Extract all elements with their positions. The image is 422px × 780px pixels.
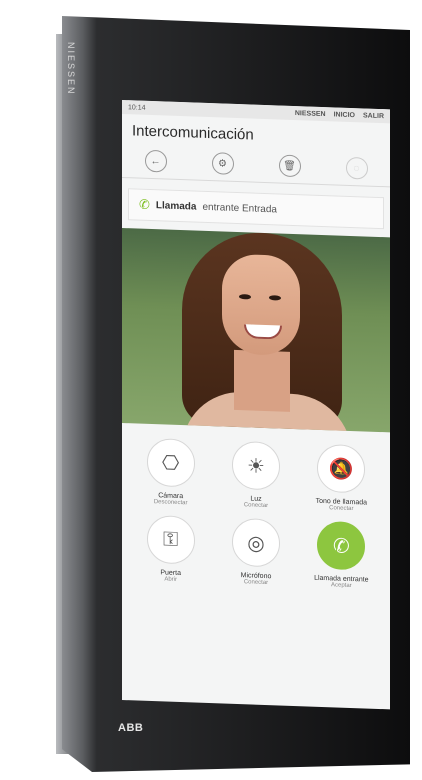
bell-muted-icon[interactable]: 🔕 [317, 443, 366, 494]
settings-icon[interactable]: ⚙ [211, 152, 234, 175]
call-banner-label: Llamada [155, 199, 197, 213]
ringtone-control[interactable]: 🔕 Tono de llamada Conectar [299, 443, 384, 513]
device-brand: NIESSEN [66, 42, 76, 96]
call-banner: ✆ Llamada entrante Entrada [128, 188, 384, 230]
camera-sub: Desconectar [153, 499, 188, 507]
visitor-neck [234, 349, 290, 412]
microphone-control[interactable]: ◎ Micrófono Conectar [213, 517, 298, 587]
status-tab-brand[interactable]: NIESSEN [295, 110, 326, 118]
door-control[interactable]: ⚿ Puerta Abrir [128, 514, 213, 584]
phone-icon: ✆ [139, 196, 150, 212]
status-tab-exit[interactable]: SALIR [363, 112, 384, 120]
light-control[interactable]: ☀ Luz Conectar [213, 440, 298, 510]
accept-call-sub: Aceptar [330, 582, 352, 590]
back-icon[interactable]: ← [144, 149, 167, 173]
touch-screen: 10:14 NIESSEN INICIO SALIR Intercomunica… [122, 100, 390, 710]
camera-icon[interactable]: ⎔ [146, 437, 195, 488]
call-banner-detail: entrante Entrada [202, 201, 277, 215]
video-feed [122, 228, 390, 433]
control-grid: ⎔ Cámara Desconectar ☀ Luz Conectar 🔕 To… [122, 423, 390, 590]
microphone-icon[interactable]: ◎ [231, 517, 280, 568]
camera-control[interactable]: ⎔ Cámara Desconectar [128, 437, 213, 507]
visitor-eye-right [269, 295, 281, 301]
microphone-sub: Conectar [243, 579, 269, 587]
device-logo: ABB [118, 722, 144, 734]
accept-call-icon[interactable]: ✆ [317, 520, 366, 571]
key-icon[interactable]: ⚿ [146, 514, 195, 565]
trash-icon[interactable]: 🗑 [278, 154, 301, 178]
visitor-eye-left [239, 294, 251, 300]
door-sub: Abrir [164, 576, 177, 583]
accept-call-control[interactable]: ✆ Llamada entrante Aceptar [299, 520, 384, 590]
info-icon[interactable]: ◌ [345, 156, 368, 180]
status-tab-home[interactable]: INICIO [334, 111, 355, 119]
light-icon[interactable]: ☀ [231, 440, 280, 491]
status-time: 10:14 [128, 103, 146, 112]
light-sub: Conectar [243, 502, 269, 510]
ringtone-sub: Conectar [329, 505, 354, 513]
visitor-face [222, 253, 300, 357]
visitor-smile [244, 324, 282, 340]
